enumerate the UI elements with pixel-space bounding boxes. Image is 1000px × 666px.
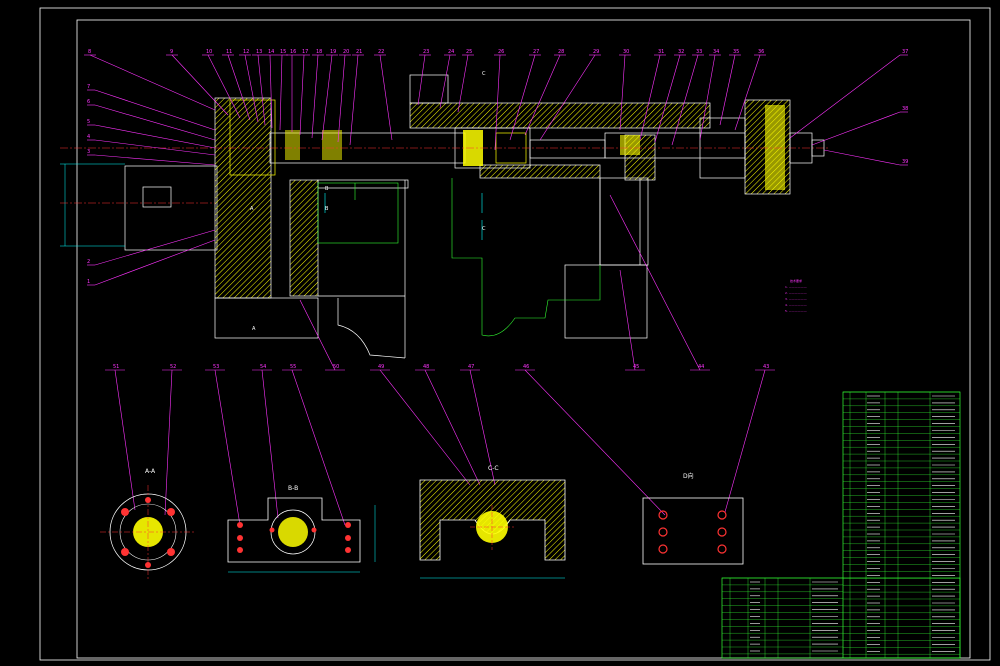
section-mark: A [250,206,254,212]
leader-right-label: 39 [902,159,908,165]
leader-bottom-label: 44 [698,364,704,370]
leader-bottom-label: 43 [763,364,769,370]
leader-left-label: 2 [87,259,90,265]
leader-top-label: 27 [533,49,539,55]
leader-left-label: 1 [87,279,90,285]
leader-right-label: 38 [902,106,908,112]
leader-bottom-label: 46 [523,364,529,370]
leader-bottom-label: 45 [633,364,639,370]
leader-top-label: 33 [696,49,702,55]
cad-drawing-canvas: 8 9 10 11 12 13 14 15 16 17 18 19 20 21 22 23 24 25 26 27 28… [0,0,1000,666]
leader-bottom-label: 51 [113,364,119,370]
leader-top-label: 11 [226,49,232,55]
note-3: 3. —————— [785,297,807,301]
view-b-title: B-B [288,485,298,492]
leader-top-label: 19 [330,49,336,55]
section-mark: B [325,206,329,212]
section-mark: C [482,71,486,77]
leader-top-label: 15 [280,49,286,55]
leader-top-label: 35 [733,49,739,55]
leader-bottom-label: 48 [423,364,429,370]
leader-top-label: 26 [498,49,504,55]
leader-top-label: 24 [448,49,454,55]
leader-left-label: 4 [87,134,90,140]
leader-left-label: 3 [87,149,90,155]
leader-top-label: 36 [758,49,764,55]
section-mark: B [325,186,329,192]
leader-bottom-label: 55 [290,364,296,370]
note-1: 1. —————— [785,285,807,289]
leader-left-label: 5 [87,119,90,125]
leader-top-label: 23 [423,49,429,55]
leader-bottom-label: 54 [260,364,266,370]
leader-top-label: 18 [316,49,322,55]
leader-right-label: 37 [902,49,908,55]
leader-top-label: 28 [558,49,564,55]
leader-top-label: 32 [678,49,684,55]
section-mark: A [252,326,256,332]
leader-top-label: 8 [88,49,91,55]
leader-top-label: 25 [466,49,472,55]
leader-top-label: 34 [713,49,719,55]
leader-top-label: 14 [268,49,274,55]
leader-top-label: 12 [243,49,249,55]
leader-left-label: 6 [87,99,90,105]
leader-top-label: 9 [170,49,173,55]
leader-top-label: 16 [290,49,296,55]
leader-top-label: 30 [623,49,629,55]
view-c-title: C-C [488,465,499,472]
leader-top-label: 21 [356,49,362,55]
leader-bottom-label: 47 [468,364,474,370]
leader-top-label: 22 [378,49,384,55]
leader-bottom-label: 52 [170,364,176,370]
leader-top-label: 10 [206,49,212,55]
note-4: 4. —————— [785,303,807,307]
leader-top-label: 31 [658,49,664,55]
section-mark: C [482,226,486,232]
leader-top-label: 20 [343,49,349,55]
leader-top-label: 13 [256,49,262,55]
view-a-title: A-A [145,468,156,475]
leader-top-label: 17 [302,49,308,55]
notes-title: 技术要求 [790,278,802,283]
leader-bottom-label: 53 [213,364,219,370]
leader-left-label: 7 [87,84,90,90]
note-2: 2. —————— [785,291,807,295]
view-d-title: D向 [683,472,694,480]
leader-bottom-label: 50 [333,364,339,370]
note-5: 5. —————— [785,309,807,313]
leader-top-label: 29 [593,49,599,55]
leader-bottom-label: 49 [378,364,384,370]
